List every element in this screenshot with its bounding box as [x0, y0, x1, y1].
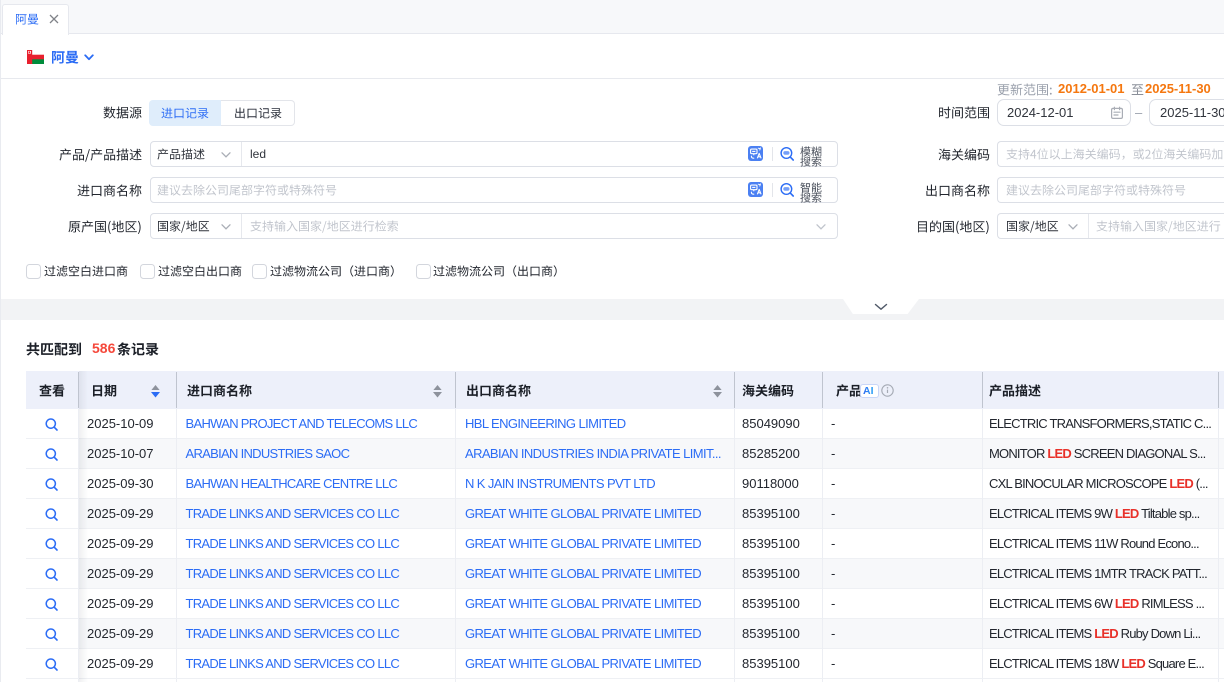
- svg-text:AI: AI: [863, 385, 874, 396]
